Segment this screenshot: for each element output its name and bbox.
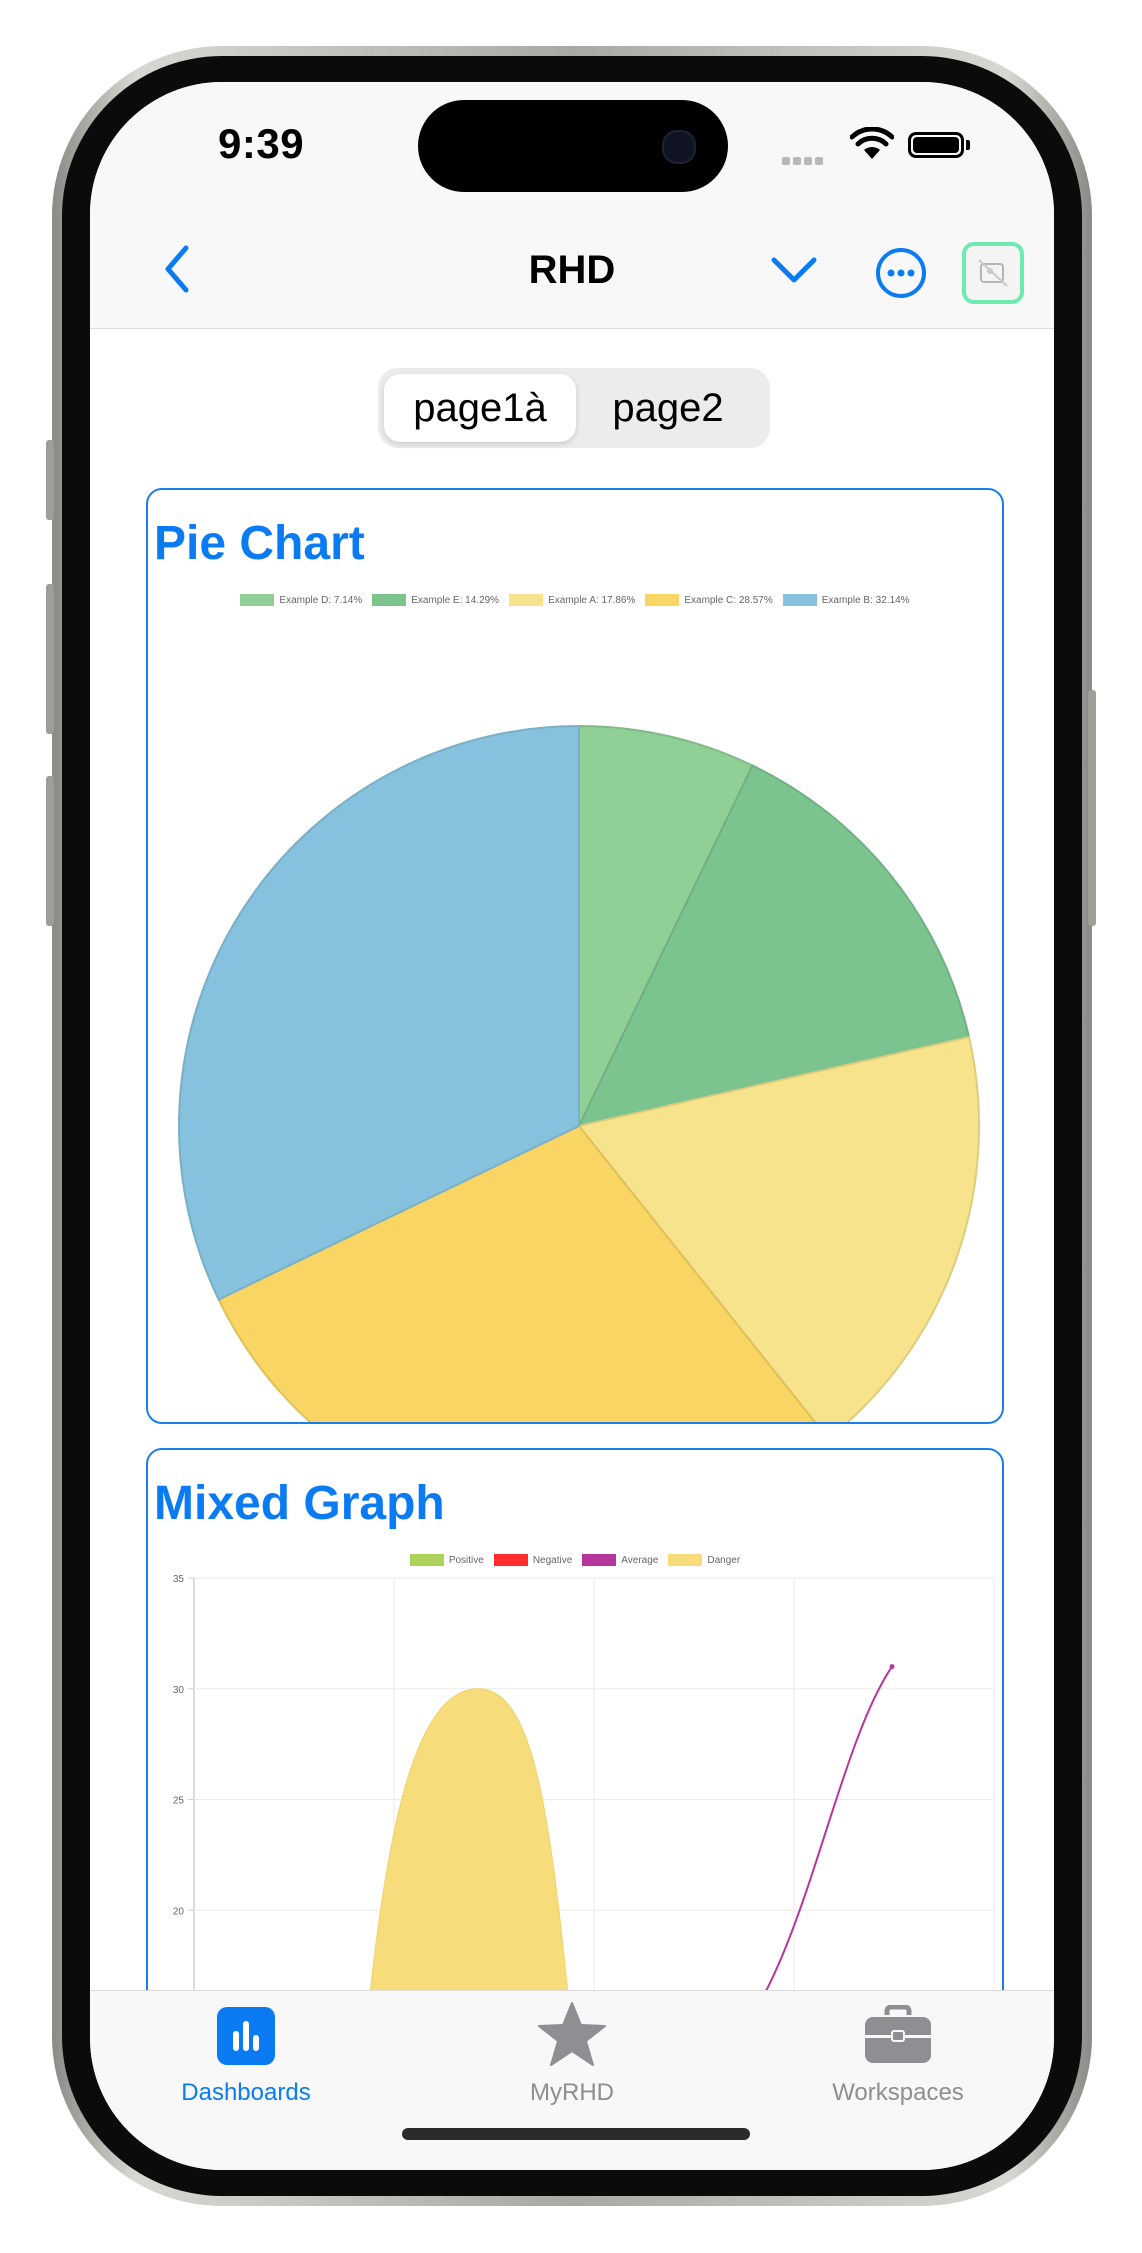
segment-page1[interactable]: page1à [384, 374, 576, 442]
tab-workspaces[interactable]: Workspaces [768, 1991, 1028, 2121]
mixed-chart: 35 30 25 20 [173, 1574, 995, 2066]
page-segmented-control: page1à page2 [378, 368, 770, 448]
more-options-icon[interactable] [874, 246, 928, 300]
briefcase-icon [865, 2005, 931, 2063]
bar-chart-icon [217, 2007, 275, 2065]
y-tick-label: 20 [173, 1906, 185, 1917]
avatar[interactable] [962, 242, 1024, 304]
tab-label-workspaces: Workspaces [832, 2079, 964, 2106]
segment-page2[interactable]: page2 [572, 374, 764, 442]
home-indicator [402, 2128, 750, 2140]
volume-down-button [46, 776, 54, 926]
status-time: 9:39 [218, 120, 305, 167]
action-button [46, 440, 54, 520]
battery-tip [966, 140, 970, 150]
power-button [1088, 690, 1096, 926]
y-tick-label: 30 [173, 1685, 185, 1696]
average-point[interactable] [889, 1664, 895, 1670]
average-line[interactable] [741, 1666, 893, 2032]
navigation-header: 9:39 RHD [90, 82, 1054, 329]
battery-icon [908, 132, 964, 158]
tab-bar: Dashboards MyRHD Workspaces [90, 1990, 1054, 2170]
tab-myrhd[interactable]: MyRHD [442, 1991, 702, 2121]
mixed-graph-card: Mixed Graph Positive Negative Average Dange… [146, 1448, 1004, 2068]
image-placeholder-icon [978, 259, 1008, 287]
y-tick-label: 25 [173, 1796, 185, 1807]
app-screen: 9:39 RHD page1à page2 Pie Chart Example … [90, 82, 1054, 2170]
chevron-down-icon[interactable] [770, 254, 818, 286]
wifi-icon [850, 127, 894, 159]
y-tick-label: 35 [173, 1574, 185, 1585]
volume-up-button [46, 584, 54, 734]
pie-chart [178, 724, 980, 1422]
tab-dashboards[interactable]: Dashboards [116, 1991, 376, 2121]
tab-label-dashboards: Dashboards [181, 2079, 311, 2106]
front-camera [662, 130, 696, 164]
cellular-signal-icon [782, 152, 826, 170]
tab-label-myrhd: MyRHD [530, 2079, 614, 2106]
pie-chart-card: Pie Chart Example D: 7.14% Example E: 14.… [146, 488, 1004, 1424]
star-icon [538, 2002, 606, 2066]
